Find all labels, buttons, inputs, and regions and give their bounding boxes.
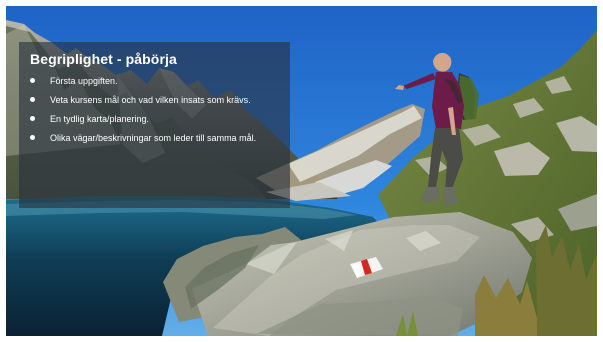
bullet-text-3: En tydlig karta/planering. <box>50 114 150 124</box>
bullet-text-4: Olika vägar/beskrivningar som leder till… <box>50 133 257 143</box>
bullet-list: Första uppgiften. Veta kursens mål och v… <box>30 76 280 143</box>
bullet-item-4: Olika vägar/beskrivningar som leder till… <box>30 133 280 143</box>
bullet-item-2: Veta kursens mål och vad vilken insats s… <box>30 95 280 105</box>
bullet-dot-icon <box>30 97 35 102</box>
slide: Begriplighet - påbörja Första uppgiften.… <box>6 6 597 336</box>
bullet-text-2: Veta kursens mål och vad vilken insats s… <box>50 95 251 105</box>
bullet-text-1: Första uppgiften. <box>50 76 118 86</box>
content-panel: Begriplighet - påbörja Första uppgiften.… <box>19 42 290 208</box>
slide-title: Begriplighet - påbörja <box>30 51 177 67</box>
bullet-item-3: En tydlig karta/planering. <box>30 114 280 124</box>
bullet-item-1: Första uppgiften. <box>30 76 280 86</box>
bullet-dot-icon <box>30 78 35 83</box>
bullet-dot-icon <box>30 135 35 140</box>
bullet-dot-icon <box>30 116 35 121</box>
